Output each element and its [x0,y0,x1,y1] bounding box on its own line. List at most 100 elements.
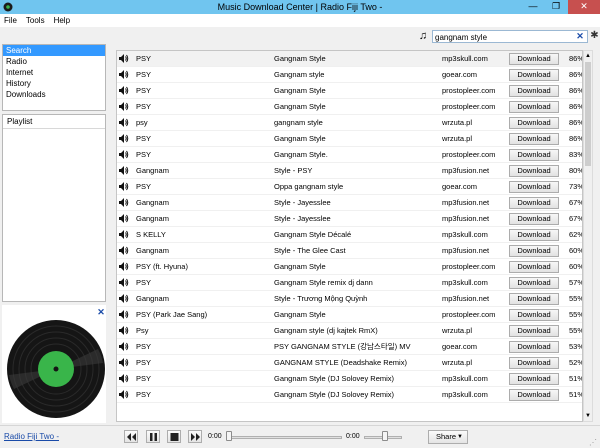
menu-help[interactable]: Help [54,16,70,25]
speaker-icon[interactable] [118,229,129,240]
download-button[interactable]: Download [509,341,559,353]
scroll-up-icon[interactable]: ▲ [585,52,591,60]
result-row[interactable]: PSY Gangnam Style (DJ Solovey Remix) mp3sk… [117,387,582,403]
playlist-panel[interactable]: Playlist [2,114,106,302]
result-row[interactable]: Gangnam Style - PSY mp3fusion.net Download 8… [117,163,582,179]
result-row[interactable]: Gangnam Style - Jayesslee mp3fusion.net Dow… [117,195,582,211]
download-button[interactable]: Download [509,117,559,129]
speaker-icon[interactable] [118,197,129,208]
speaker-icon[interactable] [118,85,129,96]
pause-button[interactable] [146,430,160,443]
result-row[interactable]: PSY Gangnam Style wrzuta.pl Download 86% [117,131,582,147]
speaker-icon[interactable] [118,373,129,384]
search-results-list[interactable]: PSY Gangnam Style mp3skull.com Download 86% P… [116,50,583,422]
result-source: goear.com [442,182,478,191]
speaker-icon[interactable] [118,277,129,288]
download-button[interactable]: Download [509,101,559,113]
speaker-icon[interactable] [118,133,129,144]
next-button[interactable] [188,430,202,443]
download-button[interactable]: Download [509,373,559,385]
speaker-icon[interactable] [118,165,129,176]
result-row[interactable]: Psy Gangnam style (dj kajtek RmX) wrzuta.p… [117,323,582,339]
search-options-icon[interactable]: ✱ [589,30,600,42]
speaker-icon[interactable] [118,341,129,352]
scrollbar-thumb[interactable] [585,62,591,166]
download-button[interactable]: Download [509,149,559,161]
download-button[interactable]: Download [509,85,559,97]
result-row[interactable]: Gangnam Style - Jayesslee mp3fusion.net Dow… [117,211,582,227]
scroll-down-icon[interactable]: ▼ [585,412,591,420]
download-button[interactable]: Download [509,293,559,305]
download-button[interactable]: Download [509,277,559,289]
close-artwork-icon[interactable]: ✕ [96,307,106,317]
download-button[interactable]: Download [509,213,559,225]
download-button[interactable]: Download [509,357,559,369]
result-row[interactable]: Gangnam Style - The Glee Cast mp3fusion.ne… [117,243,582,259]
result-row[interactable]: PSY Gangnam Style. prostopleer.com Download… [117,147,582,163]
result-row[interactable]: PSY (Park Jae Sang) Gangnam Style prostopl… [117,307,582,323]
speaker-icon[interactable] [118,213,129,224]
speaker-icon[interactable] [118,149,129,160]
clear-search-icon[interactable]: ✕ [575,31,585,41]
result-row[interactable]: PSY Gangnam Style remix dj dann mp3skull.c… [117,275,582,291]
speaker-icon[interactable] [118,357,129,368]
speaker-icon[interactable] [118,117,129,128]
result-row[interactable]: PSY Gangnam style goear.com Download 86% [117,67,582,83]
download-button[interactable]: Download [509,245,559,257]
result-row[interactable]: S KELLY Gangnam Style Décalé mp3skull.com D… [117,227,582,243]
speaker-icon[interactable] [118,325,129,336]
menu-tools[interactable]: Tools [26,16,45,25]
sidebar-item-radio[interactable]: Radio [3,56,105,67]
result-row[interactable]: psy gangnam style wrzuta.pl Download 86% [117,115,582,131]
station-link[interactable]: Radio Fiji Two - [4,432,59,441]
result-row[interactable]: PSY Oppa gangnam style goear.com Download 73… [117,179,582,195]
download-button[interactable]: Download [509,133,559,145]
menu-file[interactable]: File [4,16,17,25]
download-button[interactable]: Download [509,325,559,337]
minimize-button[interactable]: — [522,0,544,14]
speaker-icon[interactable] [118,293,129,304]
sidebar-item-history[interactable]: History [3,78,105,89]
download-button[interactable]: Download [509,181,559,193]
result-title: Gangnam Style [274,310,326,319]
download-button[interactable]: Download [509,197,559,209]
seek-thumb[interactable] [226,431,232,441]
seek-bar[interactable] [226,436,342,439]
result-row[interactable]: PSY Gangnam Style prostopleer.com Download 8… [117,83,582,99]
speaker-icon[interactable] [118,261,129,272]
result-row[interactable]: Gangnam Style - Trương Mộng Quỳnh mp3fusio… [117,291,582,307]
speaker-icon[interactable] [118,53,129,64]
previous-button[interactable] [124,430,138,443]
resize-grip-icon[interactable]: ⋰ [589,438,599,448]
volume-thumb[interactable] [381,431,388,441]
close-button[interactable]: ✕ [568,0,600,14]
result-row[interactable]: PSY GANGNAM STYLE (Deadshake Remix) wrzuta… [117,355,582,371]
share-button[interactable]: Share ▼ [428,430,468,444]
download-button[interactable]: Download [509,165,559,177]
download-button[interactable]: Download [509,309,559,321]
speaker-icon[interactable] [118,245,129,256]
result-row[interactable]: PSY PSY GANGNAM STYLE (강남스타일) MV goear.com… [117,339,582,355]
search-input[interactable] [432,30,588,43]
result-row[interactable]: PSY Gangnam Style prostopleer.com Download 8… [117,99,582,115]
result-row[interactable]: PSY (ft. Hyuna) Gangnam Style prostopleer.… [117,259,582,275]
sidebar-item-downloads[interactable]: Downloads [3,89,105,100]
results-scrollbar[interactable]: ▲ ▼ [583,50,593,422]
sidebar-item-search[interactable]: Search [3,45,105,56]
speaker-icon[interactable] [118,389,129,400]
result-row[interactable]: PSY Gangnam Style (DJ Solovey Remix) mp3sk… [117,371,582,387]
download-button[interactable]: Download [509,229,559,241]
sidebar-item-internet[interactable]: Internet [3,67,105,78]
stop-button[interactable] [167,430,181,443]
result-row[interactable]: PSY Gangnam Style mp3skull.com Download 86% [117,51,582,67]
maximize-button[interactable]: ❐ [545,0,567,14]
download-button[interactable]: Download [509,261,559,273]
speaker-icon[interactable] [118,181,129,192]
result-source: prostopleer.com [442,102,496,111]
download-button[interactable]: Download [509,53,559,65]
speaker-icon[interactable] [118,69,129,80]
speaker-icon[interactable] [118,101,129,112]
speaker-icon[interactable] [118,309,129,320]
download-button[interactable]: Download [509,69,559,81]
download-button[interactable]: Download [509,389,559,401]
